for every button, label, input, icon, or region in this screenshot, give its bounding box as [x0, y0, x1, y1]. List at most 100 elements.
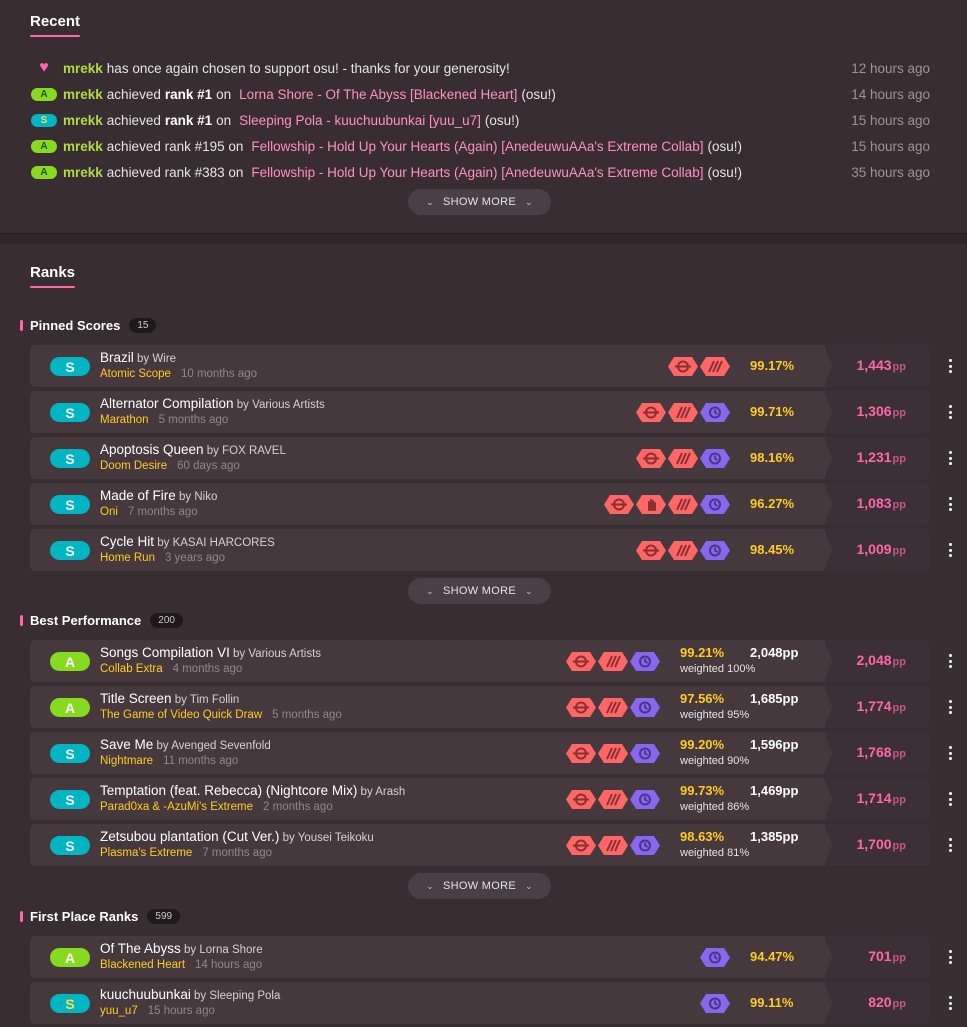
artist-name: Arash	[375, 786, 406, 798]
score-row[interactable]: S Zetsubou plantation (Cut Ver.) by Youse…	[30, 824, 930, 866]
artist-name: Niko	[194, 491, 218, 503]
more-options-icon[interactable]	[946, 654, 954, 668]
hard-rock-mod-icon	[636, 541, 666, 560]
beatmap-title[interactable]: Title Screen by Tim Follin	[100, 691, 239, 706]
sudden-death-mod-icon	[700, 449, 730, 468]
more-options-icon[interactable]	[946, 451, 954, 465]
more-options-icon[interactable]	[946, 838, 954, 852]
beatmap-link[interactable]: Fellowship - Hold Up Your Hearts (Again)…	[251, 165, 703, 180]
best-performance-header: Best Performance 200	[20, 613, 183, 628]
section-marker	[20, 911, 23, 922]
beatmap-title[interactable]: Temptation (feat. Rebecca) (Nightcore Mi…	[100, 783, 405, 798]
beatmap-title[interactable]: Alternator Compilation by Various Artist…	[100, 396, 325, 411]
score-row[interactable]: A Title Screen by Tim Follin The Game of V…	[30, 686, 930, 728]
score-timestamp: 3 years ago	[164, 552, 226, 564]
recent-activity-row: Amrekk achieved rank #383 on Fellowship - …	[30, 160, 930, 184]
difficulty-name: yuu_u7	[100, 1005, 138, 1017]
double-time-mod-icon	[668, 495, 698, 514]
username-link[interactable]: mrekk	[63, 61, 103, 76]
mod-icons	[668, 357, 730, 376]
difficulty-line: Atomic Scope 10 months ago	[100, 368, 257, 380]
score-row[interactable]: S Brazil by Wire Atomic Scope 10 months ago…	[30, 345, 930, 387]
more-options-icon[interactable]	[946, 950, 954, 964]
difficulty-line: Doom Desire 60 days ago	[100, 460, 240, 472]
mod-icons	[566, 652, 660, 671]
more-options-icon[interactable]	[946, 405, 954, 419]
artist-line: by Sleeping Pola	[191, 990, 280, 1002]
beatmap-title[interactable]: Songs Compilation VI by Various Artists	[100, 645, 321, 660]
score-row[interactable]: S Alternator Compilation by Various Artis…	[30, 391, 930, 433]
sudden-death-mod-icon	[630, 790, 660, 809]
username-link[interactable]: mrekk	[63, 139, 103, 154]
mod-icons	[636, 403, 730, 422]
recent-show-more-button[interactable]: ⌄ SHOW MORE ⌄	[408, 189, 551, 215]
more-options-icon[interactable]	[946, 543, 954, 557]
hard-rock-mod-icon	[604, 495, 634, 514]
difficulty-name: Atomic Scope	[100, 368, 171, 380]
beatmap-link[interactable]: Lorna Shore - Of The Abyss [Blackened He…	[239, 87, 517, 102]
difficulty-name: Doom Desire	[100, 460, 168, 472]
beatmap-title[interactable]: Brazil by Wire	[100, 350, 176, 365]
beatmap-title[interactable]: kuuchuubunkai by Sleeping Pola	[100, 987, 280, 1002]
beatmap-title[interactable]: Cycle Hit by KASAI HARCORES	[100, 534, 275, 549]
username-link[interactable]: mrekk	[63, 165, 103, 180]
pp-unit: pp	[892, 407, 906, 419]
raw-pp: 1,385pp	[750, 829, 799, 844]
sudden-death-mod-icon	[700, 495, 730, 514]
score-row[interactable]: S Made of Fire by Niko Oni 7 months ago 96.2…	[30, 483, 930, 525]
score-row[interactable]: S Cycle Hit by KASAI HARCORES Home Run 3 ye…	[30, 529, 930, 571]
difficulty-name: Home Run	[100, 552, 155, 564]
activity-text: has once again chosen to support osu! - …	[106, 60, 510, 76]
by-word: by	[156, 740, 169, 752]
artist-line: by Arash	[357, 786, 406, 798]
score-row[interactable]: S Temptation (feat. Rebecca) (Nightcore M…	[30, 778, 930, 820]
mod-icons	[700, 994, 730, 1013]
pp-divider	[824, 345, 832, 387]
song-title: Temptation (feat. Rebecca) (Nightcore Mi…	[100, 783, 358, 798]
score-row[interactable]: Skuuchuubunkai by Sleeping Pola yuu_u7 15 …	[30, 982, 930, 1024]
pp-unit: pp	[892, 840, 906, 852]
pp-value: 1,714	[856, 790, 892, 806]
pp-unit: pp	[892, 998, 906, 1010]
rank-grade-icon: S	[30, 113, 58, 127]
beatmap-link[interactable]: Fellowship - Hold Up Your Hearts (Again)…	[251, 139, 703, 154]
difficulty-line: The Game of Video Quick Draw 5 months ago	[100, 709, 342, 721]
more-options-icon[interactable]	[946, 792, 954, 806]
pp-divider	[824, 732, 832, 774]
more-options-icon[interactable]	[946, 996, 954, 1010]
pp-unit: pp	[892, 453, 906, 465]
pp-value: 701	[868, 948, 892, 964]
score-row[interactable]: S Apoptosis Queen by FOX RAVEL Doom Desire…	[30, 437, 930, 479]
score-row[interactable]: A Of The Abyss by Lorna Shore Blackened He…	[30, 936, 930, 978]
artist-name: Wire	[152, 353, 176, 365]
best-show-more-button[interactable]: ⌄ SHOW MORE ⌄	[408, 873, 551, 899]
pp-unit: pp	[892, 952, 906, 964]
song-title: Alternator Compilation	[100, 396, 234, 411]
beatmap-title[interactable]: Save Me by Avenged Sevenfold	[100, 737, 271, 752]
beatmap-title[interactable]: Zetsubou plantation (Cut Ver.) by Yousei…	[100, 829, 374, 844]
activity-text: on	[216, 86, 232, 102]
recent-activity-row: Amrekk achieved rank #1 on Lorna Shore - Of …	[30, 82, 930, 106]
score-row[interactable]: S Save Me by Avenged Sevenfold Nightmare 11…	[30, 732, 930, 774]
pp-divider	[824, 529, 832, 571]
weighted-percent: weighted 90%	[680, 755, 750, 767]
beatmap-title[interactable]: Of The Abyss by Lorna Shore	[100, 941, 263, 956]
pinned-show-more-button[interactable]: ⌄ SHOW MORE ⌄	[408, 578, 551, 604]
pp-unit: pp	[892, 545, 906, 557]
more-options-icon[interactable]	[946, 746, 954, 760]
grade-A-badge: A	[31, 165, 57, 179]
score-row[interactable]: A Songs Compilation VI by Various Artists…	[30, 640, 930, 682]
beatmap-title[interactable]: Made of Fire by Niko	[100, 488, 217, 503]
sudden-death-mod-icon	[700, 994, 730, 1013]
username-link[interactable]: mrekk	[63, 87, 103, 102]
artist-line: by KASAI HARCORES	[154, 537, 275, 549]
more-options-icon[interactable]	[946, 497, 954, 511]
beatmap-title[interactable]: Apoptosis Queen by FOX RAVEL	[100, 442, 286, 457]
accuracy: 99.73%	[680, 783, 725, 798]
username-link[interactable]: mrekk	[63, 113, 103, 128]
accuracy: 99.17%	[750, 358, 795, 373]
more-options-icon[interactable]	[946, 359, 954, 373]
beatmap-link[interactable]: Sleeping Pola - kuuchuubunkai [yuu_u7]	[239, 113, 481, 128]
more-options-icon[interactable]	[946, 700, 954, 714]
performance-points: 1,009pp	[857, 541, 907, 557]
